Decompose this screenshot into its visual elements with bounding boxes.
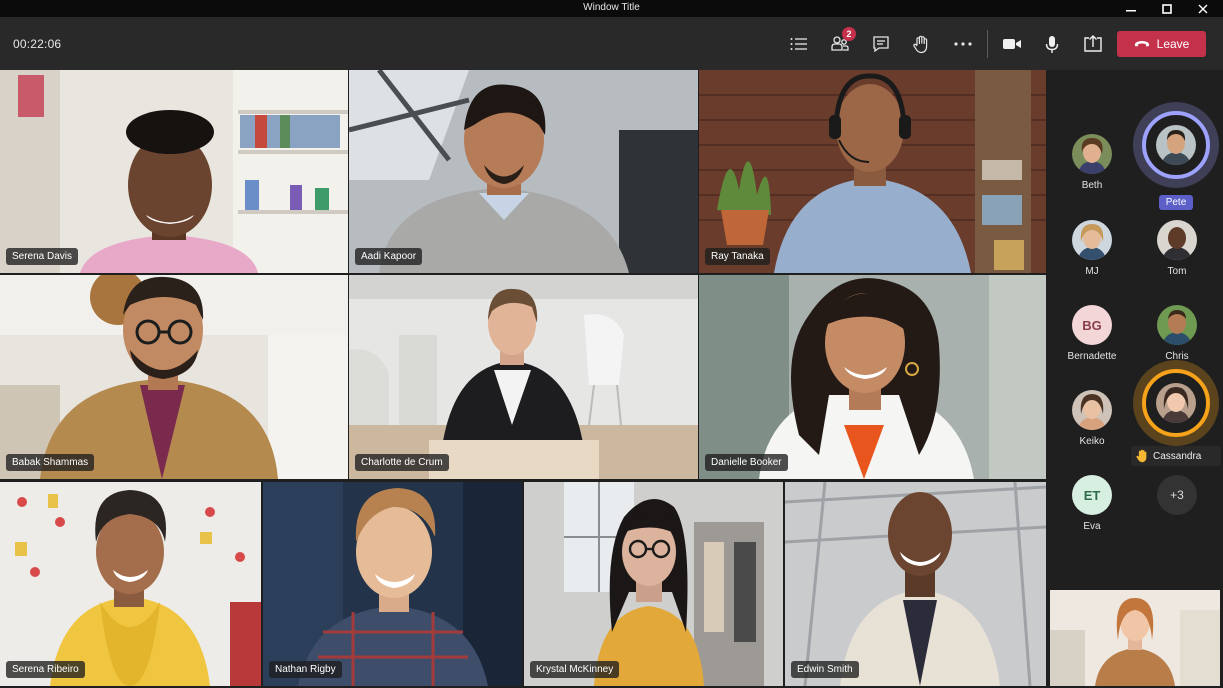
participant-label: Beth [1081, 180, 1103, 191]
participant-name: Danielle Booker [705, 454, 788, 471]
more-options-icon[interactable] [951, 33, 975, 55]
share-screen-icon[interactable] [1081, 33, 1105, 55]
video-tile[interactable]: Ray Tanaka [699, 70, 1046, 273]
avatar [1072, 220, 1112, 260]
raised-hand-label: Cassandra [1131, 446, 1221, 466]
video-feed [524, 482, 783, 686]
participant-label: Cassandra [1153, 450, 1202, 462]
participant-name: Ray Tanaka [705, 248, 770, 265]
participant-label: MJ [1085, 266, 1099, 277]
video-feed [699, 70, 1046, 273]
video-tile[interactable]: Danielle Booker [699, 275, 1046, 479]
participant-label: Eva [1083, 521, 1101, 532]
participant-name: Serena Davis [6, 248, 79, 265]
avatar-initials: BG [1072, 305, 1112, 345]
avatar [1157, 220, 1197, 260]
participant-label: Bernadette [1067, 351, 1117, 362]
chat-icon[interactable] [869, 33, 893, 55]
leave-label: Leave [1156, 37, 1190, 51]
title-bar: Window Title [0, 0, 1223, 17]
video-tile[interactable]: Babak Shammas [0, 275, 348, 479]
video-feed [349, 70, 698, 273]
video-tile[interactable]: Krystal McKinney [524, 482, 783, 686]
close-icon[interactable] [1186, 0, 1220, 17]
participant-chris[interactable]: Chris [1139, 305, 1215, 362]
video-feed [349, 275, 698, 479]
microphone-icon[interactable] [1040, 33, 1064, 55]
meeting-timer: 00:22:06 [13, 37, 62, 51]
participant-keiko[interactable]: Keiko [1054, 390, 1130, 447]
window-title: Window Title [583, 2, 640, 13]
participant-label: Keiko [1079, 436, 1105, 447]
list-icon[interactable] [787, 33, 811, 55]
maximize-icon[interactable] [1150, 0, 1184, 17]
participant-tom[interactable]: Tom [1139, 220, 1215, 277]
raised-hand-icon [1136, 449, 1147, 463]
participant-name: Edwin Smith [791, 661, 859, 678]
meeting-toolbar: 00:22:06 2 Leave [0, 17, 1223, 70]
video-tile[interactable]: Nathan Rigby [263, 482, 522, 686]
avatar-initials: ET [1072, 475, 1112, 515]
leave-button[interactable]: Leave [1117, 31, 1206, 57]
participant-bernadette[interactable]: BG Bernadette [1054, 305, 1130, 362]
participant-name: Nathan Rigby [269, 661, 342, 678]
participant-eva[interactable]: ET Eva [1054, 475, 1130, 532]
video-tile[interactable]: Aadi Kapoor [349, 70, 698, 273]
avatar [1156, 383, 1196, 423]
video-tile[interactable]: Edwin Smith [785, 482, 1046, 686]
video-tile[interactable]: Charlotte de Crum [349, 275, 698, 479]
participant-name: Krystal McKinney [530, 661, 620, 678]
avatar [1156, 125, 1196, 165]
avatar [1072, 134, 1112, 174]
participant-cassandra[interactable]: Cassandra [1131, 360, 1221, 470]
raise-hand-icon[interactable] [909, 33, 933, 55]
more-participants-button[interactable]: +3 [1139, 475, 1215, 515]
participant-roster: Beth Pete MJ Tom BG Bernadette Chris Kei… [1047, 70, 1223, 588]
camera-icon[interactable] [1000, 33, 1024, 55]
avatar [1157, 305, 1197, 345]
video-feed [0, 70, 348, 273]
avatar [1072, 390, 1112, 430]
video-feed [263, 482, 522, 686]
participant-beth[interactable]: Beth [1054, 134, 1130, 191]
participant-name: Charlotte de Crum [355, 454, 449, 471]
video-tile[interactable]: Serena Ribeiro [0, 482, 261, 686]
video-tile[interactable]: Serena Davis [0, 70, 348, 273]
minimize-icon[interactable] [1114, 0, 1148, 17]
participant-name: Serena Ribeiro [6, 661, 85, 678]
participant-label: Tom [1167, 266, 1187, 277]
hang-up-icon [1134, 41, 1149, 47]
participant-name: Aadi Kapoor [355, 248, 423, 265]
video-feed [0, 275, 348, 479]
participant-mj[interactable]: MJ [1054, 220, 1130, 277]
more-participants-count: +3 [1157, 475, 1197, 515]
toolbar-divider [987, 30, 988, 58]
participant-label: Pete [1158, 195, 1194, 210]
self-view[interactable] [1050, 590, 1220, 686]
participant-pete[interactable]: Pete [1133, 102, 1219, 210]
video-feed [699, 275, 1046, 479]
participants-badge: 2 [842, 27, 856, 41]
participant-name: Babak Shammas [6, 454, 95, 471]
video-feed [0, 482, 261, 686]
participants-icon[interactable]: 2 [828, 27, 856, 55]
self-video-feed [1050, 590, 1220, 686]
video-feed [785, 482, 1046, 686]
